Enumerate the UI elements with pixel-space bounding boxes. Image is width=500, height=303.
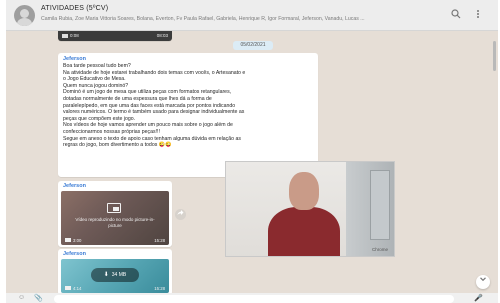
video-duration: 3:00 [73, 238, 82, 243]
picture-in-picture-window[interactable]: Chrome [225, 161, 395, 257]
video-duration: 4:14 [73, 286, 82, 291]
menu-icon[interactable] [472, 9, 484, 21]
message-composer: ☺ 📎 🎤 [6, 293, 498, 303]
video-frame-door [370, 170, 390, 240]
date-separator: 05/02/2021 [233, 41, 273, 50]
video-thumbnail[interactable]: ⬇ 34 MB 4:14 15:28 [61, 259, 169, 293]
chevron-down-icon[interactable] [476, 275, 490, 289]
group-avatar[interactable] [14, 5, 35, 26]
mic-icon[interactable]: 🎤 [474, 294, 483, 302]
message-sender[interactable]: Jeferson [63, 251, 86, 257]
message-line: Na atividade de hoje estarei trabalhando… [63, 69, 246, 76]
picture-in-picture-icon [107, 203, 121, 213]
message-line: regras do jogo, bom divertimento a todos… [63, 142, 172, 149]
message-time: 08:03 [156, 33, 168, 38]
pip-label: Chrome [371, 247, 388, 252]
video-camera-icon [65, 238, 71, 242]
whatsapp-window: ATIVIDADES (5ºCV) Camila Rubia, Zoe Mari… [6, 0, 498, 303]
video-frame-person-head [289, 172, 319, 210]
emoji-icon[interactable]: ☺ [18, 294, 25, 301]
message-sender[interactable]: Jeferson [63, 56, 313, 62]
message-line: peças que compõem este jogo. [63, 115, 136, 122]
scrollbar[interactable] [493, 41, 496, 71]
message-line: Quem nunca jogou dominó? [63, 82, 129, 89]
video-duration: 0:08 [70, 33, 79, 38]
message-line: Nos vídeos de hoje vamos aprender um pou… [63, 122, 233, 129]
message-line: paralelepípedo, em que uma das faces est… [63, 102, 236, 109]
message-line: valores numéricos. O termo é também usad… [63, 109, 245, 116]
download-icon: ⬇ [103, 272, 109, 278]
chat-panel[interactable]: 0:08 08:03 05/02/2021 Jeferson Boa tarde… [6, 31, 498, 293]
chat-title[interactable]: ATIVIDADES (5ºCV) [41, 5, 108, 12]
video-thumbnail[interactable]: Vídeo reproduzindo no modo picture-in-pi… [61, 191, 169, 245]
attach-icon[interactable]: 📎 [34, 294, 43, 302]
video-frame-person-body [268, 207, 340, 256]
search-icon[interactable] [450, 9, 462, 21]
message-time: 15:28 [154, 238, 165, 243]
message-line: dotadas normalmente de uma espessura que… [63, 95, 212, 102]
text-message[interactable]: Jeferson Boa tarde pessoal tudo bem? Na … [58, 53, 318, 177]
pip-status-text: Vídeo reproduzindo no modo picture-in-pi… [75, 217, 155, 228]
video-message-partial[interactable]: 0:08 08:03 [58, 31, 172, 41]
video-camera-icon [62, 34, 68, 38]
video-download-message[interactable]: Jeferson ⬇ 34 MB 4:14 15:28 [58, 249, 172, 293]
message-body: Boa tarde pessoal tudo bem? Na atividade… [63, 63, 313, 149]
chat-header[interactable]: ATIVIDADES (5ºCV) Camila Rubia, Zoe Mari… [6, 0, 498, 31]
download-button[interactable]: ⬇ 34 MB [91, 268, 139, 282]
download-size: 34 MB [111, 272, 127, 278]
message-sender[interactable]: Jeferson [63, 183, 86, 189]
video-camera-icon [65, 286, 71, 290]
message-line: Dominó é um jogo de mesa que utiliza peç… [63, 89, 232, 96]
chat-members: Camila Rubia, Zoe Maria Vittoria Soares,… [41, 16, 365, 22]
message-input[interactable] [54, 295, 454, 303]
message-time: 15:28 [154, 286, 165, 291]
message-line: confeccionarmos nossas próprias peças!!! [63, 128, 160, 135]
message-line: o Jogo Educativo de Mesa. [63, 76, 126, 83]
message-line: Boa tarde pessoal tudo bem? [63, 63, 131, 69]
forward-icon[interactable] [175, 209, 186, 220]
video-message[interactable]: Jeferson Vídeo reproduzindo no modo pict… [58, 181, 172, 247]
